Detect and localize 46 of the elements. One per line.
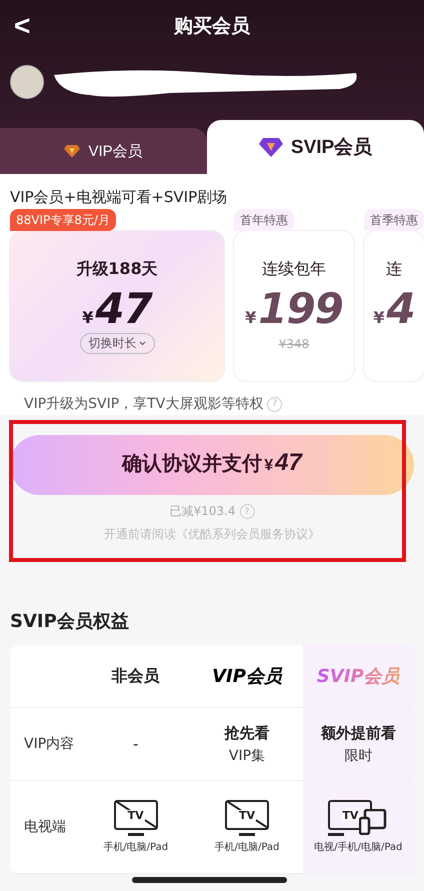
upgrade-note: VIP升级为SVIP，享TV大屏观影等特权	[24, 395, 264, 413]
gem-icon	[64, 144, 80, 158]
page-title: 购买会员	[174, 14, 250, 39]
pay-button[interactable]: 确认协议并支付¥47	[10, 435, 414, 495]
cell-text: 额外提前看	[320, 724, 396, 742]
device-list: 手机/电脑/Pad	[103, 840, 168, 854]
plan-badge: 88VIP专享8元/月	[10, 209, 116, 231]
device-list: 电视/手机/电脑/Pad	[314, 840, 402, 854]
currency-sign: ¥	[82, 308, 94, 327]
membership-tab[interactable]: SVIP会员	[207, 120, 424, 174]
tv-icon-label: TV	[341, 810, 360, 820]
plan-card[interactable]: 连续包年 ¥199 ¥348	[234, 231, 354, 381]
plan-price: 4	[386, 284, 415, 333]
plan-card[interactable]: 连 ¥4	[364, 231, 424, 381]
avatar	[10, 65, 44, 99]
chevron-icon	[138, 341, 146, 346]
currency-sign: ¥	[245, 308, 256, 327]
gem-icon	[258, 137, 283, 157]
duration-switch[interactable]: 切换时长	[80, 333, 154, 354]
cell-text: 抢先看	[224, 724, 270, 742]
tv-icon-label: TV	[126, 810, 145, 820]
membership-tab[interactable]: VIP会员	[0, 128, 208, 174]
column-header: VIP会员	[212, 665, 282, 688]
row-label: 电视端	[23, 818, 66, 836]
plan-price: 47	[95, 284, 152, 333]
plan-name: 升级188天	[76, 259, 158, 280]
plan-price: 199	[258, 284, 343, 333]
currency-sign: ¥	[373, 308, 384, 327]
cell-subtext: 限时	[344, 746, 372, 764]
plan-name: 连	[386, 259, 402, 280]
plan-card[interactable]: 升级188天 ¥47 切换时长	[10, 231, 224, 381]
tv-icon-label: TV	[238, 810, 256, 820]
column-header: 非会员	[112, 666, 160, 686]
device-list: 手机/电脑/Pad	[214, 840, 280, 854]
plan-name: 连续包年	[262, 259, 326, 280]
discount-text: 已减¥103.4	[170, 503, 236, 520]
back-button[interactable]: <	[8, 10, 36, 42]
cell-subtext: VIP集	[228, 746, 266, 764]
plan-badge: 首年特惠	[234, 209, 294, 231]
cell-text: -	[132, 735, 138, 753]
column-header: SVIP会员	[316, 664, 400, 688]
original-price: ¥348	[278, 337, 310, 351]
benefits-title: SVIP会员权益	[10, 610, 130, 633]
row-label: VIP内容	[23, 735, 74, 753]
plan-badge: 首季特惠	[364, 209, 424, 231]
plan-description: VIP会员+电视端可看+SVIP剧场	[10, 188, 228, 207]
